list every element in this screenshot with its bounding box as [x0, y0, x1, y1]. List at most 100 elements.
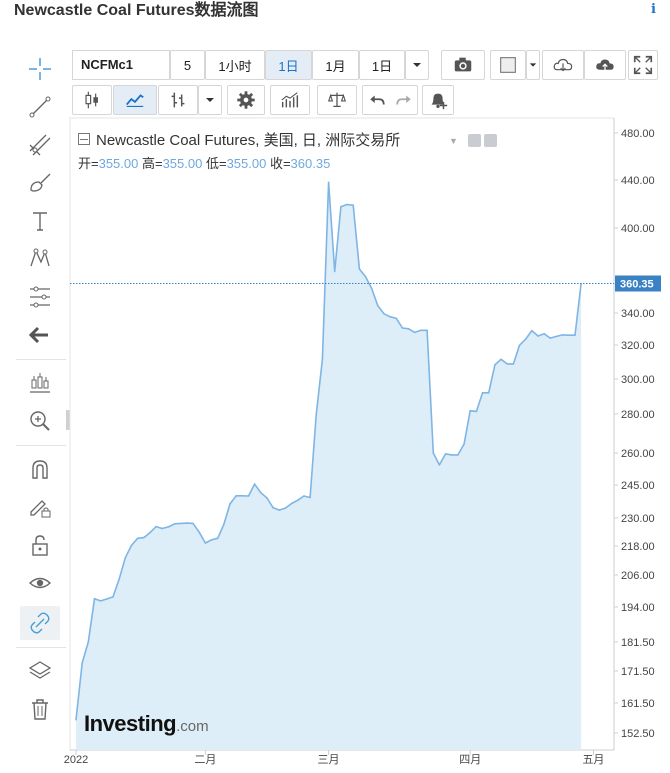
investing-logo: Investing.com — [84, 711, 209, 737]
x-tick-label: 2022 — [64, 754, 88, 766]
last-price-label: 360.35 — [620, 279, 654, 291]
data-point — [278, 509, 281, 511]
data-point — [389, 316, 392, 318]
ohlc-readout: 开=355.00 高=355.00 低=355.00 收=360.35 — [78, 153, 330, 172]
price-chart[interactable]: 480.00440.00400.00360.00340.00320.00300.… — [0, 0, 670, 773]
logo-name: Investing — [84, 711, 177, 736]
data-point — [149, 531, 151, 534]
logo-suffix: .com — [176, 718, 209, 735]
data-point — [358, 268, 361, 270]
x-tick-label: 四月 — [459, 754, 481, 766]
data-point — [340, 206, 342, 208]
data-point — [81, 662, 83, 664]
y-tick-label: 340.00 — [621, 308, 655, 320]
data-point — [531, 329, 533, 332]
high-label: 高= — [141, 156, 163, 171]
legend-title: Newcastle Coal Futures, 美国, 日, 洲际交易所 — [96, 132, 401, 149]
data-point — [143, 536, 145, 539]
data-point — [463, 443, 465, 445]
data-point — [297, 499, 299, 502]
data-point — [506, 363, 509, 365]
data-point — [352, 204, 355, 206]
y-tick-label: 218.00 — [621, 541, 655, 553]
data-point — [303, 495, 305, 497]
data-point — [87, 641, 90, 643]
y-tick-label: 400.00 — [621, 223, 655, 235]
data-point — [487, 392, 490, 394]
data-point — [537, 335, 539, 337]
data-point — [451, 454, 453, 456]
data-point — [457, 454, 459, 456]
low-value: 355.00 — [226, 156, 267, 171]
data-point — [407, 328, 410, 330]
data-point — [155, 525, 157, 528]
data-point — [333, 270, 336, 273]
open-value: 355.00 — [98, 156, 139, 171]
y-tick-label: 480.00 — [621, 128, 655, 140]
legend-settings-icon[interactable] — [484, 134, 497, 147]
data-point — [500, 358, 502, 361]
data-point — [272, 506, 274, 509]
data-point — [549, 337, 552, 339]
data-point — [383, 313, 385, 315]
legend-visibility-icon[interactable] — [468, 134, 481, 147]
close-value: 360.35 — [290, 156, 331, 171]
close-label: 收= — [269, 156, 291, 171]
data-point — [561, 334, 564, 336]
data-point — [543, 333, 545, 335]
y-tick-label: 260.00 — [621, 448, 655, 460]
data-point — [555, 335, 558, 338]
high-value: 355.00 — [162, 156, 203, 171]
data-point — [438, 464, 441, 466]
data-point — [229, 503, 231, 505]
y-tick-label: 181.50 — [621, 637, 655, 649]
data-point — [106, 598, 108, 600]
y-tick-label: 245.00 — [621, 480, 655, 492]
data-point — [481, 392, 484, 394]
x-tick-label: 三月 — [318, 754, 340, 766]
legend-collapse-icon[interactable] — [78, 133, 90, 145]
data-point — [321, 358, 324, 361]
data-point — [364, 275, 367, 278]
data-point — [75, 718, 77, 721]
data-point — [512, 363, 515, 365]
data-point — [377, 305, 379, 307]
data-point — [370, 287, 373, 290]
y-tick-label: 320.00 — [621, 340, 655, 352]
data-point — [518, 344, 521, 347]
x-tick-label: 五月 — [582, 754, 604, 766]
y-tick-label: 194.00 — [621, 602, 655, 614]
data-point — [223, 523, 225, 526]
data-point — [290, 502, 293, 505]
legend-caret-icon[interactable]: ▼ — [449, 136, 458, 146]
data-point — [414, 331, 416, 334]
data-point — [179, 522, 182, 525]
data-point — [266, 497, 268, 499]
data-point — [130, 544, 133, 547]
data-point — [524, 338, 527, 340]
data-point — [124, 557, 127, 559]
y-tick-label: 171.50 — [621, 666, 655, 678]
data-point — [235, 495, 237, 497]
data-point — [204, 542, 207, 544]
data-point — [260, 491, 262, 494]
data-point — [118, 578, 120, 581]
data-point — [167, 526, 170, 528]
data-point — [192, 522, 194, 525]
data-point — [315, 414, 318, 416]
data-point — [395, 317, 398, 320]
data-point — [93, 597, 96, 600]
data-point — [309, 496, 311, 499]
data-point — [186, 522, 188, 524]
y-tick-label: 300.00 — [621, 374, 655, 386]
data-point — [346, 203, 348, 206]
data-point — [475, 410, 478, 413]
y-tick-label: 206.00 — [621, 570, 655, 582]
data-point — [210, 539, 213, 541]
data-point — [253, 483, 256, 485]
open-label: 开= — [78, 156, 99, 171]
low-label: 低= — [205, 156, 227, 171]
data-point — [426, 329, 428, 332]
data-point — [136, 537, 139, 540]
data-point — [469, 409, 472, 412]
